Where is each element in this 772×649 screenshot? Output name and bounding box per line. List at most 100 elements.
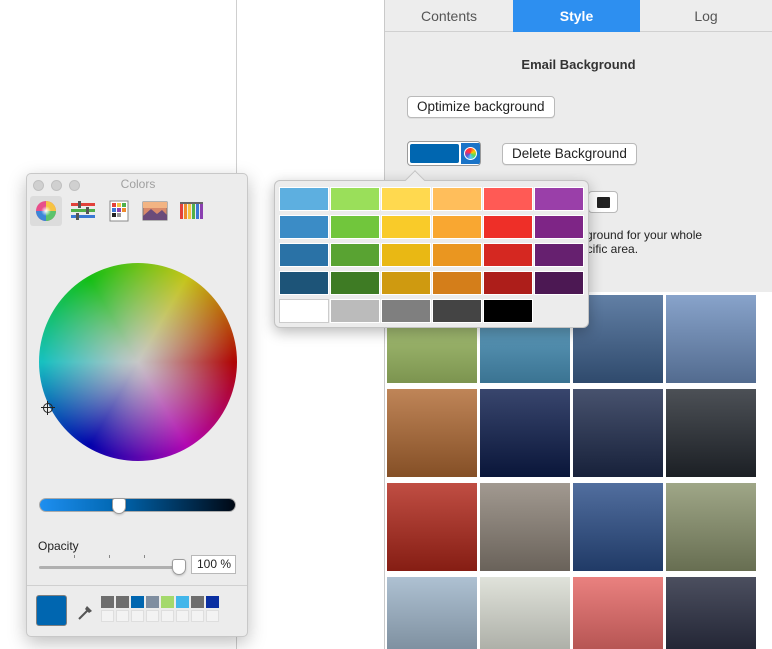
saved-color-swatch[interactable] <box>161 596 174 608</box>
saved-color-swatch[interactable] <box>191 596 204 608</box>
color-wheel-icon <box>464 147 477 160</box>
description-line: kground for your whole <box>580 228 703 242</box>
color-sliders-icon <box>71 201 95 220</box>
color-swatch-cell[interactable] <box>432 243 482 267</box>
eyedropper-icon[interactable] <box>76 600 94 622</box>
tab-style[interactable]: Style <box>513 0 640 32</box>
color-swatch-cell[interactable] <box>330 215 380 239</box>
screen: Contents Style Log Email Background Opti… <box>0 0 772 649</box>
description-line: ecific area. <box>580 242 639 256</box>
color-swatch-cell[interactable] <box>483 299 533 323</box>
color-swatch-cell[interactable] <box>432 299 482 323</box>
color-swatch-cell[interactable] <box>279 243 329 267</box>
background-thumbnail[interactable] <box>666 577 756 649</box>
color-swatch-cell[interactable] <box>483 215 533 239</box>
saved-color-swatch[interactable] <box>116 596 129 608</box>
color-swatch-cell[interactable] <box>534 243 584 267</box>
brightness-slider-knob[interactable] <box>112 498 127 514</box>
pencils-icon <box>180 202 203 219</box>
saved-color-swatch[interactable] <box>131 596 144 608</box>
color-swatch-cell[interactable] <box>381 187 431 211</box>
empty-swatch-slot[interactable] <box>206 610 219 622</box>
color-swatch-cell[interactable] <box>483 187 533 211</box>
background-image-button[interactable] <box>588 191 618 213</box>
color-wheel-cursor[interactable] <box>41 401 55 415</box>
background-image-grid <box>385 292 772 649</box>
tab-log[interactable]: Log <box>640 0 772 32</box>
color-palettes-icon <box>109 200 129 222</box>
background-thumbnail[interactable] <box>480 483 570 571</box>
background-thumbnail[interactable] <box>480 577 570 649</box>
opacity-tick <box>74 555 75 558</box>
color-wheel-icon <box>36 201 56 221</box>
color-swatch-cell[interactable] <box>279 299 329 323</box>
color-swatch-cell[interactable] <box>279 187 329 211</box>
color-swatch-cell[interactable] <box>483 243 533 267</box>
background-description: kground for your whole ecific area. <box>580 228 760 256</box>
pencils-tab[interactable] <box>175 196 207 226</box>
saved-color-swatch[interactable] <box>176 596 189 608</box>
color-swatch-cell[interactable] <box>279 271 329 295</box>
color-palettes-tab[interactable] <box>103 196 135 226</box>
background-thumbnail[interactable] <box>573 483 663 571</box>
colors-window: Colors Opacity 100 % <box>26 173 248 637</box>
color-swatch-cell[interactable] <box>330 271 380 295</box>
color-swatch-cell[interactable] <box>483 271 533 295</box>
saved-color-swatch[interactable] <box>206 596 219 608</box>
background-thumbnail[interactable] <box>666 483 756 571</box>
color-swatch-cell[interactable] <box>534 187 584 211</box>
color-swatch-cell[interactable] <box>381 271 431 295</box>
optimize-background-button[interactable]: Optimize background <box>407 96 555 118</box>
background-thumbnail[interactable] <box>387 389 477 477</box>
opacity-slider[interactable] <box>39 566 179 569</box>
color-swatch-cell[interactable] <box>330 187 380 211</box>
color-swatch-cell[interactable] <box>330 243 380 267</box>
empty-swatch-slot[interactable] <box>191 610 204 622</box>
current-color-swatch[interactable] <box>36 595 67 626</box>
color-swatch-cell[interactable] <box>432 271 482 295</box>
background-thumbnail[interactable] <box>666 295 756 383</box>
background-thumbnail[interactable] <box>387 577 477 649</box>
background-thumbnail[interactable] <box>387 483 477 571</box>
color-swatch-cell[interactable] <box>330 299 380 323</box>
color-wheel-tab[interactable] <box>30 196 62 226</box>
empty-swatch-slot[interactable] <box>116 610 129 622</box>
background-thumbnail[interactable] <box>573 389 663 477</box>
colors-window-title: Colors <box>120 177 156 191</box>
color-sliders-tab[interactable] <box>67 196 99 226</box>
color-swatch-cell[interactable] <box>432 215 482 239</box>
divider <box>27 585 247 586</box>
image-palettes-tab[interactable] <box>139 196 171 226</box>
color-swatch-cell[interactable] <box>534 215 584 239</box>
brightness-slider[interactable] <box>39 498 236 512</box>
background-thumbnail[interactable] <box>480 389 570 477</box>
color-swatch-cell[interactable] <box>534 271 584 295</box>
color-swatch-popover <box>274 170 589 328</box>
color-swatch-cell[interactable] <box>381 243 431 267</box>
saved-color-swatch[interactable] <box>101 596 114 608</box>
color-picker-button[interactable] <box>461 143 480 164</box>
empty-swatch-slot[interactable] <box>131 610 144 622</box>
empty-swatch-slot[interactable] <box>161 610 174 622</box>
empty-swatch-slot[interactable] <box>101 610 114 622</box>
section-title: Email Background <box>521 57 636 72</box>
empty-swatch-slot[interactable] <box>176 610 189 622</box>
color-swatch-cell[interactable] <box>279 215 329 239</box>
empty-swatch-slot[interactable] <box>146 610 159 622</box>
color-swatch-cell[interactable] <box>381 215 431 239</box>
opacity-slider-knob[interactable] <box>172 559 186 575</box>
saved-color-swatch[interactable] <box>146 596 159 608</box>
image-icon <box>597 197 610 208</box>
opacity-label: Opacity <box>38 539 79 553</box>
background-thumbnail[interactable] <box>573 577 663 649</box>
color-swatch-cell[interactable] <box>432 187 482 211</box>
opacity-field[interactable]: 100 % <box>191 555 236 574</box>
delete-background-button[interactable]: Delete Background <box>502 143 637 165</box>
background-thumbnail[interactable] <box>666 389 756 477</box>
color-swatch-cell[interactable] <box>381 299 431 323</box>
tab-bar: Contents Style Log <box>385 0 772 32</box>
tab-contents[interactable]: Contents <box>385 0 513 32</box>
color-wheel[interactable] <box>39 263 237 461</box>
background-color-well[interactable] <box>407 141 481 166</box>
image-palettes-icon <box>142 201 168 221</box>
